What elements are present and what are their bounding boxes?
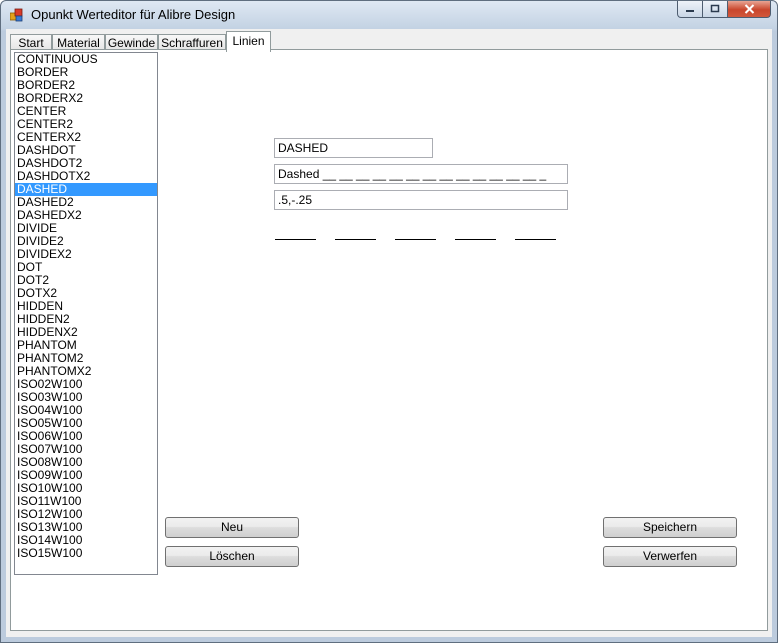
linetype-name-field[interactable]: DASHED <box>274 138 433 158</box>
preview-dash <box>275 239 316 240</box>
linetype-description-field[interactable]: Dashed __ __ __ __ __ __ __ __ __ __ __ … <box>274 164 568 184</box>
maximize-icon <box>710 4 720 13</box>
list-item[interactable]: ISO15W100 <box>15 547 157 560</box>
preview-dash <box>455 239 496 240</box>
client-area: Start Material Gewinde Schraffuren Linie… <box>6 29 772 637</box>
caption-buttons <box>677 1 771 19</box>
preview-dash <box>395 239 436 240</box>
preview-dash <box>335 239 376 240</box>
close-icon <box>744 4 754 14</box>
linetype-list[interactable]: CONTINUOUS BORDER BORDER2 BORDERX2 CENTER CEN… <box>14 52 158 575</box>
app-icon <box>10 8 23 22</box>
minimize-button[interactable] <box>677 1 703 18</box>
tab-linien[interactable]: Linien <box>226 31 271 52</box>
discard-button[interactable]: Verwerfen <box>603 546 737 567</box>
title-bar[interactable]: Opunkt Werteditor für Alibre Design <box>1 1 777 29</box>
preview-dash <box>515 239 556 240</box>
save-button[interactable]: Speichern <box>603 517 737 538</box>
close-button[interactable] <box>728 1 771 18</box>
minimize-icon <box>686 10 694 12</box>
app-window: Opunkt Werteditor für Alibre Design Star… <box>0 0 778 643</box>
linien-tab-page: CONTINUOUS BORDER BORDER2 BORDERX2 CENTER CEN… <box>10 49 768 631</box>
linetype-pattern-field[interactable]: .5,-.25 <box>274 190 568 210</box>
new-button[interactable]: Neu <box>165 517 299 538</box>
maximize-button[interactable] <box>703 1 728 18</box>
window-title: Opunkt Werteditor für Alibre Design <box>31 7 236 22</box>
delete-button[interactable]: Löschen <box>165 546 299 567</box>
